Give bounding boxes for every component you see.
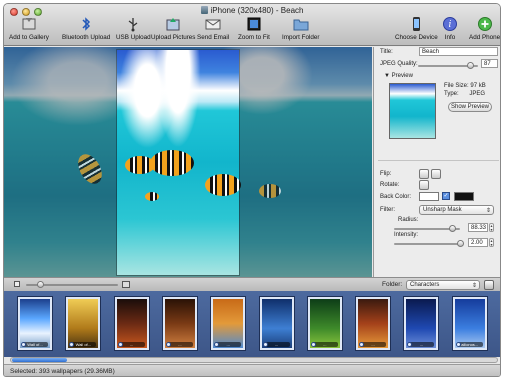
show-preview-button[interactable]: Show Preview <box>448 102 492 112</box>
radius-label: Radius: <box>398 217 419 223</box>
status-text: Selected: 393 wallpapers (29.36MB) <box>10 368 115 375</box>
thumbnail-item[interactable]: ... <box>356 297 391 350</box>
fish-shape <box>150 150 194 176</box>
thumbnail-label: ... <box>215 342 242 347</box>
thumbnail-item[interactable]: ... <box>114 297 149 350</box>
selected-check-icon[interactable] <box>455 342 461 347</box>
large-thumbs-icon[interactable] <box>122 281 130 288</box>
usb-upload-button[interactable]: USB Upload <box>116 16 151 41</box>
folder-label: Folder: <box>382 281 403 288</box>
type-row: Type: JPEG <box>444 91 486 97</box>
jpeg-quality-label: JPEG Quality: <box>380 61 418 67</box>
flip-label: Flip: <box>380 171 392 177</box>
gallery-scrollbar[interactable] <box>10 357 498 363</box>
info-button[interactable]: i Info <box>441 16 459 41</box>
back-color-checkbox[interactable]: ✓ <box>442 192 450 200</box>
thumbnail-item[interactable]: ... <box>404 297 439 350</box>
bluetooth-upload-button[interactable]: Bluetooth Upload <box>62 16 110 41</box>
thumbnail-label: ... <box>408 342 435 347</box>
preview-disclosure[interactable]: ▼ Preview <box>384 73 413 79</box>
thumbnail-item[interactable]: Wall of... <box>66 297 101 350</box>
plus-icon <box>477 17 492 31</box>
back-color-label: Back Color: <box>380 194 412 200</box>
updown-arrow-icon: ⇕ <box>471 283 477 289</box>
intensity-knob[interactable] <box>456 240 464 247</box>
app-window: iPhone (320x480) - Beach Add to Gallery … <box>3 3 501 377</box>
rotate-label: Rotate: <box>380 182 400 188</box>
info-icon: i <box>443 17 457 31</box>
thumbnail-item[interactable]: ... <box>211 297 246 350</box>
jpeg-quality-field[interactable]: 87 <box>481 59 498 68</box>
scrollbar-thumb[interactable] <box>12 358 67 362</box>
add-phone-button[interactable]: Add Phone <box>469 16 500 41</box>
black-color-well[interactable] <box>454 192 474 201</box>
separator <box>378 160 499 161</box>
updown-arrow-icon: ⇕ <box>485 208 491 214</box>
selected-check-icon[interactable] <box>310 342 316 347</box>
intensity-stepper[interactable]: ▴ ▾ <box>489 238 494 247</box>
thumbnail-gallery: Wall of... Wall of.......................… <box>4 291 500 357</box>
fish-shape <box>259 184 281 198</box>
window-title: iPhone (320x480) - Beach <box>4 6 500 15</box>
filter-popup[interactable]: Unsharp Mask ⇕ <box>419 205 494 215</box>
radius-stepper[interactable]: ▴ ▾ <box>489 223 494 232</box>
folder-popup[interactable]: Characters ⇕ <box>406 280 480 290</box>
browser-bar: Folder: Characters ⇕ <box>4 277 500 291</box>
back-color-well[interactable] <box>419 192 439 201</box>
radius-knob[interactable] <box>448 225 456 232</box>
intensity-field[interactable]: 2.00 <box>468 238 488 247</box>
upload-icon <box>166 18 180 31</box>
file-size-row: File Size: 97 kB <box>444 83 486 89</box>
status-bar: Selected: 393 wallpapers (29.36MB) <box>4 364 500 376</box>
title-field[interactable]: Beach <box>419 47 498 56</box>
usb-icon <box>128 18 138 32</box>
selected-check-icon[interactable] <box>165 342 171 347</box>
import-folder-button[interactable]: Import Folder <box>282 16 319 41</box>
folder-icon <box>293 19 309 31</box>
upload-pictures-button[interactable]: Upload Pictures <box>151 16 195 41</box>
crop-frame[interactable] <box>117 50 241 275</box>
thumbnail-label: Wall of... <box>70 342 97 347</box>
bluetooth-icon <box>82 17 91 31</box>
thumbnail-item[interactable]: ailionos... <box>452 297 487 350</box>
intensity-label: Intensity: <box>394 232 419 238</box>
fish-shape <box>145 192 159 201</box>
small-thumbs-icon[interactable] <box>14 281 20 287</box>
flip-horizontal-icon[interactable] <box>419 169 429 179</box>
rotate-icon[interactable] <box>419 180 429 190</box>
thumbnail-item[interactable]: ... <box>259 297 294 350</box>
flip-vertical-icon[interactable] <box>431 169 441 179</box>
thumbnail-item[interactable]: ... <box>307 297 342 350</box>
zoom-fit-icon <box>247 17 261 31</box>
title-label: Title: <box>380 49 393 55</box>
envelope-icon <box>205 19 221 30</box>
zoom-to-fit-button[interactable]: Zoom to Fit <box>238 16 270 41</box>
thumbnail-item[interactable]: ... <box>162 297 197 350</box>
radius-field[interactable]: 88.33 <box>468 223 488 232</box>
choose-device-button[interactable]: Choose Device <box>395 16 438 41</box>
selected-check-icon[interactable] <box>262 342 268 347</box>
image-canvas[interactable] <box>4 47 372 277</box>
fish-shape <box>205 174 241 196</box>
intensity-slider[interactable] <box>394 243 460 245</box>
svg-text:i: i <box>449 20 452 30</box>
document-icon <box>200 6 208 14</box>
toolbar: iPhone (320x480) - Beach Add to Gallery … <box>4 4 500 46</box>
disclosure-triangle-icon: ▼ <box>384 73 392 79</box>
send-email-button[interactable]: Send Email <box>197 16 229 41</box>
gallery-add-icon <box>22 18 36 30</box>
preview-thumbnail <box>389 83 436 139</box>
thumbnail-item[interactable]: Wall of... <box>18 297 52 350</box>
selected-check-icon[interactable] <box>117 342 123 347</box>
selected-check-icon[interactable] <box>21 342 26 347</box>
inspector-panel: Title: Beach JPEG Quality: 87 ▼ Preview … <box>373 47 500 277</box>
phone-icon <box>413 17 421 31</box>
folder-options-icon[interactable] <box>484 280 494 290</box>
filter-label: Filter: <box>380 207 395 213</box>
thumbnail-size-knob[interactable] <box>37 281 44 288</box>
jpeg-quality-knob[interactable] <box>466 62 474 69</box>
add-to-gallery-button[interactable]: Add to Gallery <box>9 16 49 41</box>
